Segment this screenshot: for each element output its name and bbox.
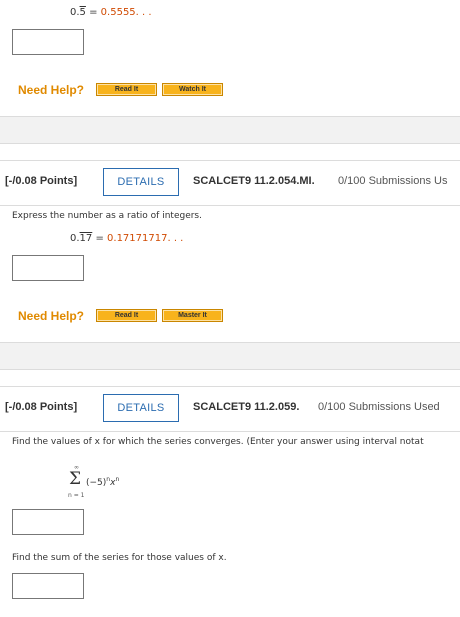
details-button[interactable]: DETAILS xyxy=(103,168,179,196)
answer-input[interactable] xyxy=(12,29,84,55)
expr-equals: = xyxy=(92,233,108,244)
watch-it-button[interactable]: Watch It xyxy=(162,83,223,96)
sum-answer-input[interactable] xyxy=(12,573,84,599)
master-it-button[interactable]: Master It xyxy=(162,309,223,322)
question-header: [-/0.08 Points] DETAILS SCALCET9 11.2.05… xyxy=(0,386,460,431)
submissions-count: 0/100 Submissions Us xyxy=(338,175,448,187)
need-help-label: Need Help? xyxy=(18,83,85,97)
sum-lower-limit: n = 1 xyxy=(68,492,85,499)
question-prompt-sum: Find the sum of the series for those val… xyxy=(12,553,227,563)
expr-integer-part: 0. xyxy=(70,233,80,244)
read-it-button[interactable]: Read It xyxy=(96,309,157,322)
question-prompt: Find the values of x for which the serie… xyxy=(12,437,424,447)
expr-decimal-expansion: 0.5555. . . xyxy=(100,7,152,18)
question-id: SCALCET9 11.2.059. xyxy=(193,401,300,413)
repeating-decimal-expression: 0.17 = 0.17171717. . . xyxy=(70,233,183,244)
details-button[interactable]: DETAILS xyxy=(103,394,179,422)
sigma-symbol: Σ xyxy=(69,469,82,489)
series-term: (−5)nxn xyxy=(86,476,119,488)
term-base: (−5) xyxy=(86,478,107,488)
expr-repeating-digits: 17 xyxy=(79,233,93,244)
interval-answer-input[interactable] xyxy=(12,509,84,535)
expr-decimal-expansion: 0.17171717. . . xyxy=(107,233,184,244)
question-prompt: Express the number as a ratio of integer… xyxy=(12,211,202,221)
expr-integer-part: 0. xyxy=(70,7,80,18)
points-label: [-/0.08 Points] xyxy=(5,175,78,187)
submissions-count: 0/100 Submissions Used xyxy=(318,401,440,413)
question-id: SCALCET9 11.2.054.MI. xyxy=(193,175,315,187)
points-label: [-/0.08 Points] xyxy=(5,401,78,413)
need-help-label: Need Help? xyxy=(18,309,85,323)
expr-equals: = xyxy=(85,7,101,18)
repeating-decimal-expression: 0.5 = 0.5555. . . xyxy=(70,7,152,18)
answer-input[interactable] xyxy=(12,255,84,281)
question-header: [-/0.08 Points] DETAILS SCALCET9 11.2.05… xyxy=(0,160,460,205)
term-variable-exponent: n xyxy=(115,476,120,483)
read-it-button[interactable]: Read It xyxy=(96,83,157,96)
